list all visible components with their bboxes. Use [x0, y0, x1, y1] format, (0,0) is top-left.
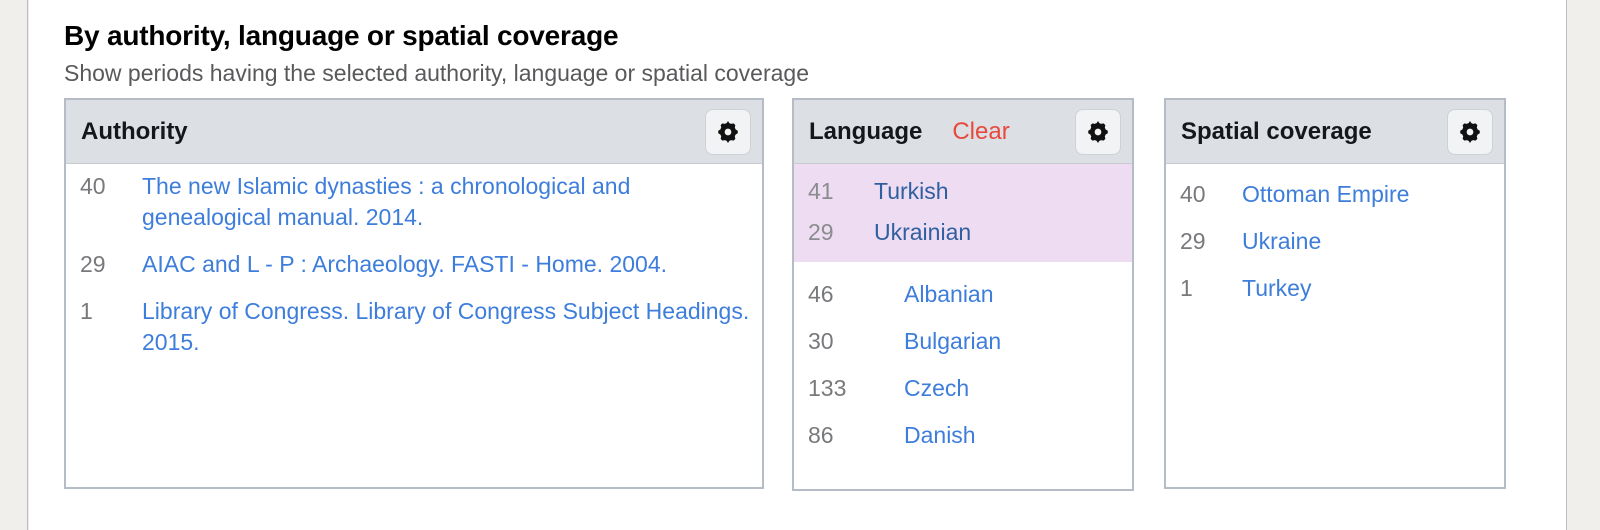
authority-panel-title: Authority	[81, 117, 188, 145]
authority-panel-header: Authority	[66, 100, 762, 164]
language-selected-group: 41 Turkish 29 Ukrainian	[794, 164, 1132, 262]
item-label[interactable]: The new Islamic dynasties : a chronologi…	[142, 171, 752, 233]
spatial-panel-header: Spatial coverage	[1166, 100, 1504, 164]
page-root: By authority, language or spatial covera…	[0, 0, 1600, 530]
language-panel-title: Language	[809, 117, 923, 145]
list-item[interactable]: 40 Ottoman Empire	[1166, 171, 1504, 218]
authority-list: 40 The new Islamic dynasties : a chronol…	[66, 164, 762, 358]
list-item[interactable]: 40 The new Islamic dynasties : a chronol…	[66, 171, 762, 233]
item-label[interactable]: Library of Congress. Library of Congress…	[142, 296, 752, 358]
spatial-coverage-panel: Spatial coverage 40 Ottoman Empire 29 Uk…	[1164, 98, 1506, 489]
list-item-selected[interactable]: 41 Turkish	[794, 171, 1132, 212]
gear-icon	[715, 119, 741, 145]
list-item-selected[interactable]: 29 Ukrainian	[794, 212, 1132, 253]
item-label[interactable]: Bulgarian	[904, 318, 1122, 365]
item-count: 29	[80, 251, 106, 277]
list-item[interactable]: 1 Library of Congress. Library of Congre…	[66, 296, 762, 358]
list-item[interactable]: 30 Bulgarian	[794, 318, 1132, 365]
list-item[interactable]: 86 Danish	[794, 412, 1132, 459]
spatial-settings-button[interactable]	[1447, 109, 1493, 155]
language-remaining-group: 46 Albanian 30 Bulgarian 133 Czech 86 Da…	[794, 262, 1132, 459]
item-label[interactable]: Ukrainian	[874, 212, 1122, 253]
list-item[interactable]: 29 Ukraine	[1166, 218, 1504, 265]
item-count: 40	[80, 173, 106, 199]
item-count: 29	[1180, 228, 1206, 254]
spatial-panel-title: Spatial coverage	[1181, 117, 1372, 145]
language-list: 41 Turkish 29 Ukrainian 46 Albanian 30 B…	[794, 164, 1132, 459]
language-panel-header: Language Clear	[794, 100, 1132, 164]
section-subtitle: Show periods having the selected authori…	[64, 60, 809, 86]
language-settings-button[interactable]	[1075, 109, 1121, 155]
item-label[interactable]: Danish	[904, 412, 1122, 459]
item-count: 1	[1180, 275, 1193, 301]
item-label[interactable]: Czech	[904, 365, 1122, 412]
language-clear-link[interactable]: Clear	[952, 118, 1009, 146]
right-gutter	[1566, 0, 1600, 530]
authority-settings-button[interactable]	[705, 109, 751, 155]
gear-icon	[1085, 119, 1111, 145]
item-label[interactable]: Turkish	[874, 171, 1122, 212]
item-label[interactable]: Turkey	[1242, 265, 1494, 312]
gear-icon	[1457, 119, 1483, 145]
item-count: 46	[808, 281, 834, 307]
main-content: By authority, language or spatial covera…	[29, 0, 1566, 530]
list-item[interactable]: 46 Albanian	[794, 271, 1132, 318]
item-count: 1	[80, 298, 93, 324]
item-label[interactable]: Ottoman Empire	[1242, 171, 1494, 218]
language-panel: Language Clear 41 Turkish 29 Ukrainian 4…	[792, 98, 1134, 491]
item-label[interactable]: AIAC and L - P : Archaeology. FASTI - Ho…	[142, 249, 752, 280]
left-gutter	[0, 0, 28, 530]
spatial-list: 40 Ottoman Empire 29 Ukraine 1 Turkey	[1166, 164, 1504, 312]
item-count: 41	[808, 178, 834, 204]
list-item[interactable]: 1 Turkey	[1166, 265, 1504, 312]
item-count: 40	[1180, 181, 1206, 207]
section-title: By authority, language or spatial covera…	[64, 20, 619, 51]
authority-panel: Authority 40 The new Islamic dynasties :…	[64, 98, 764, 489]
list-item[interactable]: 133 Czech	[794, 365, 1132, 412]
list-item[interactable]: 29 AIAC and L - P : Archaeology. FASTI -…	[66, 249, 762, 280]
item-count: 29	[808, 219, 834, 245]
item-label[interactable]: Ukraine	[1242, 218, 1494, 265]
item-count: 30	[808, 328, 834, 354]
item-count: 86	[808, 422, 834, 448]
item-count: 133	[808, 375, 847, 401]
item-label[interactable]: Albanian	[904, 271, 1122, 318]
